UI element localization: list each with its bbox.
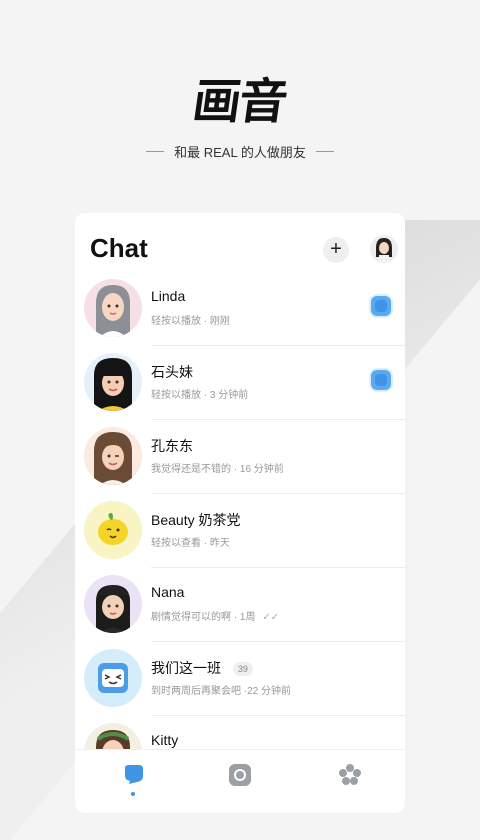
- tagline: 和最 REAL 的人做朋友: [0, 142, 480, 161]
- girl-wink-avatar: [84, 427, 142, 485]
- chat-preview: 我觉得还是不错的 · 16 分钟前: [151, 464, 284, 475]
- chat-card: Chat + Linda 轻按以播放 · 刚刚 石头妹 轻按以播放 · 3 分钟…: [75, 213, 405, 813]
- chat-name: Linda: [151, 288, 186, 304]
- unread-indicator: [371, 296, 391, 316]
- chat-name-text: 我们这一班: [151, 660, 221, 676]
- profile-avatar[interactable]: [370, 235, 398, 263]
- chat-row-beauty[interactable]: Beauty 奶茶党 轻按以查看 · 昨天: [75, 494, 405, 568]
- chat-row-nana[interactable]: Nana 剧情觉得可以的啊 · 1周 ✓✓: [75, 568, 405, 642]
- unread-indicator: [371, 370, 391, 390]
- chat-name: Nana: [151, 584, 185, 600]
- read-check-icon: ✓✓: [262, 612, 279, 623]
- app-logo: 画音: [189, 74, 290, 130]
- chat-name: 石头妹: [151, 364, 193, 380]
- active-tab-dot: [131, 792, 135, 796]
- chat-preview: 轻按以播放 · 3 分钟前: [151, 390, 249, 401]
- chat-row-kongdongdong[interactable]: 孔东东 我觉得还是不错的 · 16 分钟前: [75, 420, 405, 494]
- member-count-badge: 39: [232, 662, 253, 677]
- chat-name: Beauty 奶茶党: [151, 512, 241, 528]
- tagline-left-line: [146, 151, 165, 152]
- chat-name: Kitty: [151, 732, 179, 748]
- robot-group-avatar: [84, 649, 142, 707]
- girl-gray-hair-avatar: [84, 279, 142, 337]
- chat-row-linda[interactable]: Linda 轻按以播放 · 刚刚: [75, 272, 405, 346]
- chat-name: 我们这一班 39: [151, 658, 253, 678]
- tagline-right-line: [315, 151, 334, 152]
- girl-cap-avatar: [84, 575, 142, 633]
- chat-preview: 轻按以查看 · 昨天: [151, 538, 230, 549]
- add-chat-button[interactable]: +: [323, 237, 349, 263]
- bottom-tab-bar: [75, 749, 405, 800]
- chat-list: Linda 轻按以播放 · 刚刚 石头妹 轻按以播放 · 3 分钟前 孔东东 我…: [75, 272, 405, 790]
- chat-preview-text: 剧情觉得可以的啊 · 1周: [151, 612, 256, 623]
- chat-name: 孔东东: [151, 438, 193, 454]
- page-title: Chat: [90, 233, 148, 263]
- lemon-avatar: [84, 501, 142, 559]
- chat-preview: 剧情觉得可以的啊 · 1周 ✓✓: [151, 608, 279, 623]
- chat-preview: 到时两周后再聚会吧 ·22 分钟前: [151, 686, 292, 697]
- tagline-text: 和最 REAL 的人做朋友: [174, 145, 306, 160]
- chat-row-shitoumei[interactable]: 石头妹 轻按以播放 · 3 分钟前: [75, 346, 405, 420]
- chat-tab-icon[interactable]: [121, 762, 147, 788]
- camera-tab-icon[interactable]: [227, 762, 253, 788]
- chat-row-group[interactable]: 我们这一班 39 到时两周后再聚会吧 ·22 分钟前: [75, 642, 405, 716]
- chat-preview: 轻按以播放 · 刚刚: [151, 316, 230, 327]
- discover-tab-icon[interactable]: [337, 762, 363, 788]
- girl-bangs-avatar: [84, 353, 142, 411]
